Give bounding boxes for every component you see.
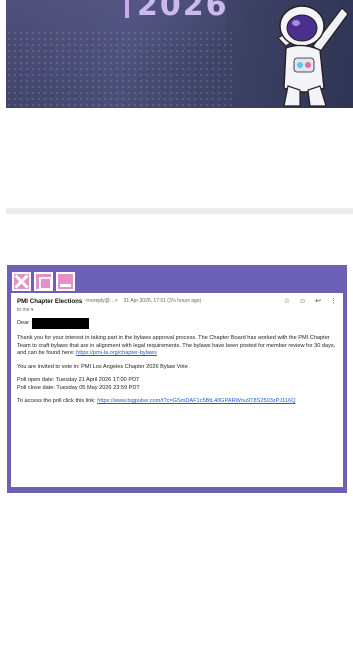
email-body: PMI Chapter Elections <noreply@…> 31 Apr… xyxy=(11,293,343,487)
recipient-line[interactable]: to me ▾ xyxy=(17,307,337,314)
redacted-name xyxy=(32,318,90,330)
email-header: PMI Chapter Elections <noreply@…> 31 Apr… xyxy=(17,297,337,306)
invite-line: You are invited to vote in: PMI Los Ange… xyxy=(17,363,188,370)
poll-open-date: Poll open date: Tuesday 21 April 2026 17… xyxy=(17,377,140,384)
banner-accent-bar xyxy=(125,0,129,18)
page: 2026 PMI Chapter Elections <noreply@…> 3… xyxy=(0,0,353,668)
bylaws-link[interactable]: https://pmi-la.org/chapter-bylaws xyxy=(76,350,157,356)
section-divider xyxy=(6,208,353,214)
window-titlebar xyxy=(11,269,343,293)
star-icon[interactable]: ☆ xyxy=(284,297,290,306)
email-timestamp: 31 Apr 2026, 17:01 (3¼ hours ago) xyxy=(123,298,202,305)
banner-dot-pattern xyxy=(6,30,236,108)
minimize-window-icon[interactable] xyxy=(56,271,75,291)
greeting: Dear xyxy=(17,319,30,326)
reply-icon[interactable]: ↩ xyxy=(315,297,321,306)
sender-name: PMI Chapter Elections xyxy=(17,297,83,305)
access-text: To access the poll click this link: xyxy=(17,398,98,405)
more-options-icon[interactable]: ⋮ xyxy=(330,297,337,306)
greeting-line: Dear xyxy=(17,318,337,330)
poll-dates: Poll open date: Tuesday 21 April 2026 17… xyxy=(17,377,337,392)
sender-address: <noreply@…> xyxy=(85,298,118,305)
astronaut-icon xyxy=(277,5,349,107)
maximize-window-icon[interactable] xyxy=(34,271,53,291)
email-window: PMI Chapter Elections <noreply@…> 31 Apr… xyxy=(7,265,347,493)
poll-close-date: Poll close date: Tuesday 05 May 2026 23:… xyxy=(17,384,140,391)
banner-year: 2026 xyxy=(137,0,229,23)
emoji-react-icon[interactable]: ☺ xyxy=(299,297,306,306)
promo-banner: 2026 xyxy=(6,0,353,108)
close-window-icon[interactable] xyxy=(12,271,31,291)
access-paragraph: To access the poll click this link: http… xyxy=(17,398,337,406)
intro-text: Thank you for your interest in taking pa… xyxy=(17,335,336,357)
poll-link[interactable]: https://www.bigpulse.com/t?c=GSmDAF1c5Bt… xyxy=(97,398,295,404)
intro-paragraph: Thank you for your interest in taking pa… xyxy=(17,335,337,358)
email-actions: ☆ ☺ ↩ ⋮ xyxy=(284,297,337,306)
